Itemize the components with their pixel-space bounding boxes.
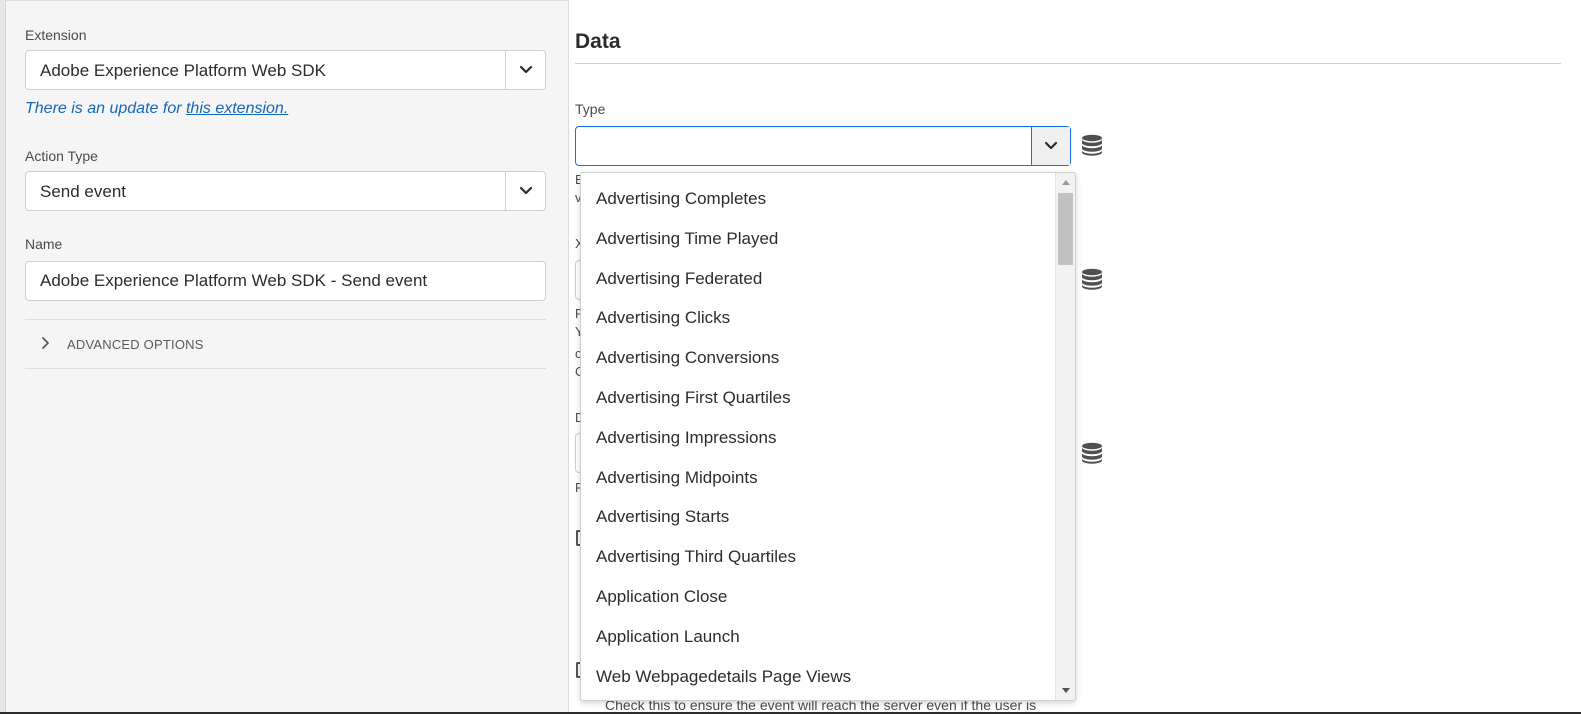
chevron-down-icon <box>519 65 532 74</box>
type-option[interactable]: Advertising Third Quartiles <box>581 537 1075 577</box>
section-divider <box>575 63 1561 64</box>
database-icon[interactable] <box>1081 442 1103 464</box>
extension-select-value: Adobe Experience Platform Web SDK <box>40 61 326 80</box>
type-option[interactable]: Advertising Impressions <box>581 418 1075 458</box>
type-option[interactable]: Advertising Federated <box>581 259 1075 299</box>
type-option[interactable]: Advertising Midpoints <box>581 458 1075 498</box>
action-type-label: Action Type <box>25 148 98 164</box>
dropdown-scrollbar[interactable] <box>1055 173 1075 700</box>
type-option[interactable]: Advertising Completes <box>581 179 1075 219</box>
type-option[interactable]: Advertising Starts <box>581 497 1075 537</box>
action-type-select[interactable]: Send event <box>25 171 546 211</box>
type-option[interactable]: Application Close <box>581 577 1075 617</box>
update-notice: There is an update for this extension. <box>25 100 288 118</box>
type-option[interactable]: Advertising First Quartiles <box>581 378 1075 418</box>
name-label: Name <box>25 236 63 252</box>
type-option[interactable]: Advertising Clicks <box>581 298 1075 338</box>
type-select-toggle[interactable] <box>1031 127 1070 165</box>
type-option[interactable]: Advertising Conversions <box>581 338 1075 378</box>
action-type-select-value: Send event <box>40 182 127 201</box>
section-title: Data <box>575 30 621 53</box>
scrollbar-thumb[interactable] <box>1058 193 1073 265</box>
update-notice-text: There is an update for <box>25 100 186 117</box>
type-label: Type <box>575 101 606 117</box>
type-dropdown-list[interactable]: Advertising Completes Advertising Time Pl… <box>580 172 1076 701</box>
scroll-up-icon[interactable] <box>1062 180 1070 185</box>
scroll-down-icon[interactable] <box>1062 688 1070 693</box>
extension-label: Extension <box>25 27 87 43</box>
chevron-down-icon <box>519 186 532 195</box>
update-extension-link[interactable]: this extension. <box>186 100 288 117</box>
advanced-options-label: ADVANCED OPTIONS <box>67 337 204 352</box>
extension-select-toggle[interactable] <box>505 51 545 89</box>
advanced-options-toggle[interactable]: ADVANCED OPTIONS <box>25 319 546 369</box>
action-type-select-toggle[interactable] <box>505 172 545 210</box>
type-options: Advertising Completes Advertising Time Pl… <box>581 173 1075 696</box>
type-option[interactable]: Advertising Time Played <box>581 219 1075 259</box>
chevron-down-icon <box>1044 141 1058 150</box>
database-icon[interactable] <box>1081 268 1103 290</box>
type-option[interactable]: Web Webpagedetails Page Views <box>581 657 1075 697</box>
extension-select[interactable]: Adobe Experience Platform Web SDK <box>25 50 546 90</box>
chevron-right-icon <box>42 337 49 349</box>
type-option[interactable]: Application Launch <box>581 617 1075 657</box>
name-input[interactable] <box>25 261 546 301</box>
type-select[interactable] <box>575 126 1071 166</box>
database-icon[interactable] <box>1081 134 1103 156</box>
